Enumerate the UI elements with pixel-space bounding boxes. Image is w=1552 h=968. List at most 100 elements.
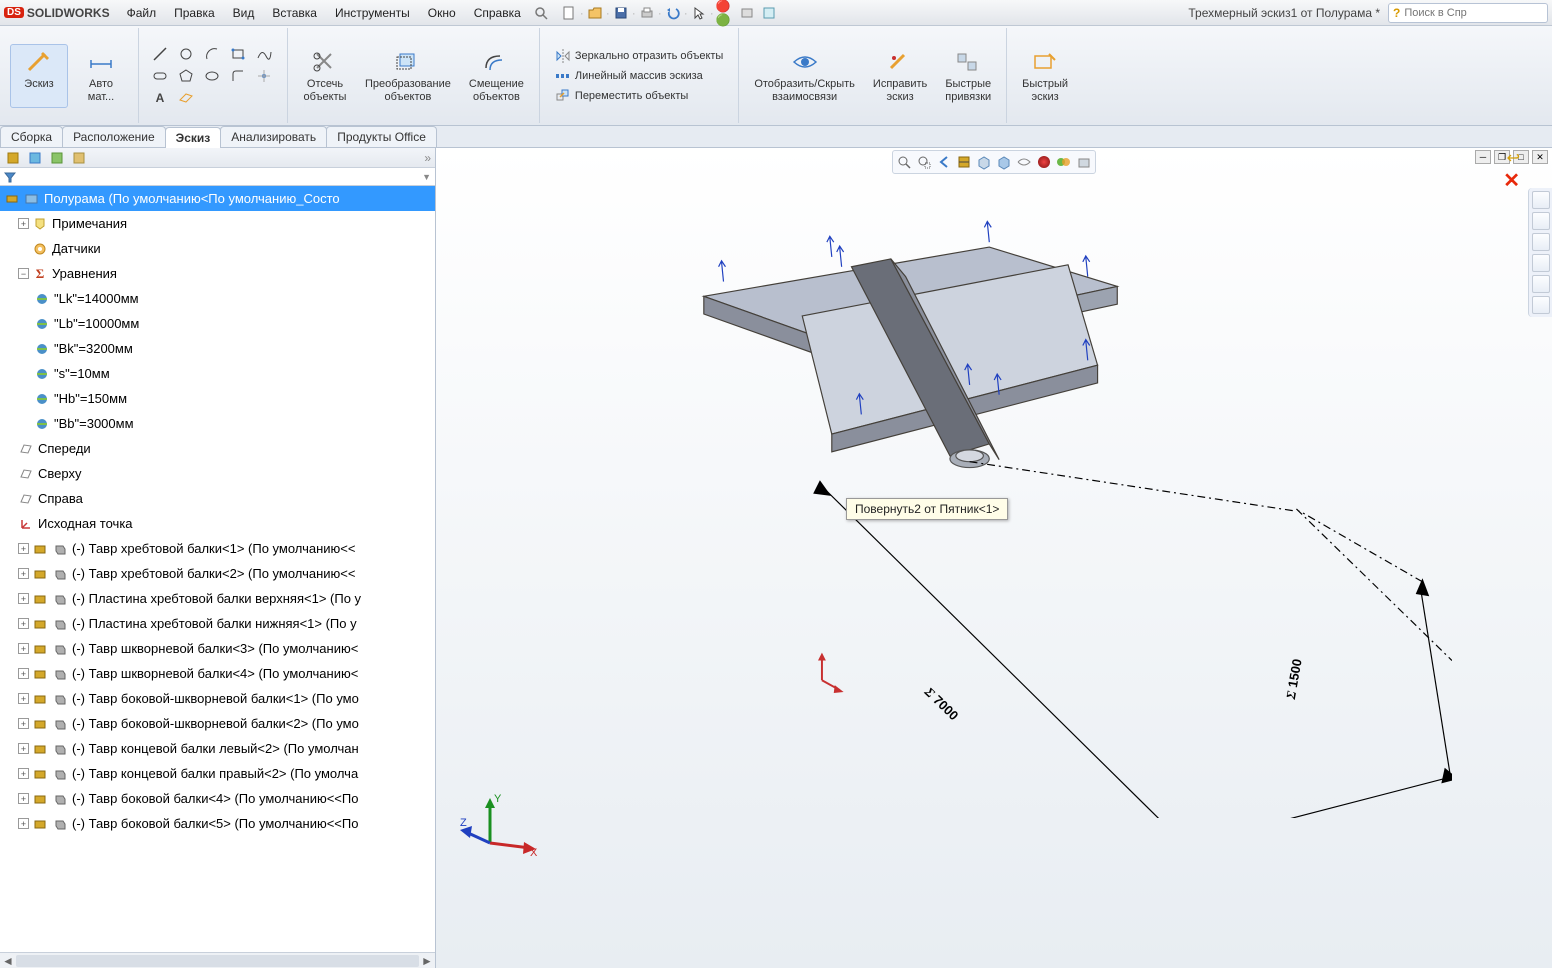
trim-button[interactable]: Отсечь объекты bbox=[296, 44, 354, 108]
plane-tool-icon[interactable] bbox=[177, 89, 195, 107]
prev-view-icon[interactable] bbox=[935, 153, 953, 171]
new-doc-icon[interactable] bbox=[559, 3, 579, 23]
autodim-button[interactable]: Авто мат... bbox=[72, 44, 130, 108]
save-icon[interactable] bbox=[611, 3, 631, 23]
rapid-sketch-button[interactable]: Быстрый эскиз bbox=[1015, 44, 1075, 108]
doc-minimize-icon[interactable]: ─ bbox=[1475, 150, 1491, 164]
taskpane-lib-icon[interactable] bbox=[1532, 212, 1550, 230]
tree-part-10[interactable]: +(-) Тавр концевой балки правый<2> (По у… bbox=[0, 761, 435, 786]
view-triad-icon[interactable]: Y X Z bbox=[460, 788, 540, 868]
rect-tool-icon[interactable] bbox=[229, 45, 247, 63]
ellipse-tool-icon[interactable] bbox=[203, 67, 221, 85]
settings-icon[interactable] bbox=[1075, 153, 1093, 171]
linear-pattern[interactable]: Линейный массив эскиза bbox=[550, 66, 708, 86]
taskpane-appearance-icon[interactable] bbox=[1532, 275, 1550, 293]
tree-scrollbar[interactable]: ◄► bbox=[0, 952, 435, 968]
taskpane-palette-icon[interactable] bbox=[1532, 254, 1550, 272]
tree-right-plane[interactable]: Справа bbox=[0, 486, 435, 511]
showhide-button[interactable]: Отобразить/Скрыть взаимосвязи bbox=[747, 44, 862, 108]
tree-part-11[interactable]: +(-) Тавр боковой балки<4> (По умолчанию… bbox=[0, 786, 435, 811]
tree-eq3[interactable]: "Bk"=3200мм bbox=[0, 336, 435, 361]
graphics-icon[interactable] bbox=[759, 3, 779, 23]
fm-tab2-icon[interactable] bbox=[26, 149, 44, 167]
print-icon[interactable] bbox=[637, 3, 657, 23]
cancel-sketch-icon[interactable]: ✕ bbox=[1503, 168, 1520, 193]
tree-part-5[interactable]: +(-) Тавр шкворневой балки<3> (По умолча… bbox=[0, 636, 435, 661]
fillet-tool-icon[interactable] bbox=[229, 67, 247, 85]
search-input[interactable] bbox=[1404, 7, 1543, 19]
tree-front-plane[interactable]: Спереди bbox=[0, 436, 435, 461]
tree-eq5[interactable]: "Hb"=150мм bbox=[0, 386, 435, 411]
arc-tool-icon[interactable] bbox=[203, 45, 221, 63]
tree-annotations[interactable]: +Примечания bbox=[0, 211, 435, 236]
menu-insert[interactable]: Вставка bbox=[263, 0, 326, 26]
feature-tree[interactable]: Полурама (По умолчанию<По умолчанию_Сост… bbox=[0, 186, 435, 952]
tab-office[interactable]: Продукты Office bbox=[326, 126, 437, 147]
tree-part-12[interactable]: +(-) Тавр боковой балки<5> (По умолчанию… bbox=[0, 811, 435, 836]
view-orient-icon[interactable] bbox=[975, 153, 993, 171]
fm-tab1-icon[interactable] bbox=[4, 149, 22, 167]
display-style-icon[interactable] bbox=[995, 153, 1013, 171]
tree-part-4[interactable]: +(-) Пластина хребтовой балки нижняя<1> … bbox=[0, 611, 435, 636]
hide-show-icon[interactable] bbox=[1015, 153, 1033, 171]
graphics-viewport[interactable]: ─ ❐ □ ✕ ↩ ✕ bbox=[436, 148, 1552, 968]
fm-filter-bar[interactable]: ▼ bbox=[0, 168, 435, 186]
text-tool-icon[interactable]: A bbox=[151, 89, 169, 107]
tree-eq6[interactable]: "Bb"=3000мм bbox=[0, 411, 435, 436]
menu-tools[interactable]: Инструменты bbox=[326, 0, 419, 26]
convert-button[interactable]: Преобразование объектов bbox=[358, 44, 458, 108]
doc-close-icon[interactable]: ✕ bbox=[1532, 150, 1548, 164]
quicksnap-button[interactable]: Быстрые привязки bbox=[938, 44, 998, 108]
tab-analyze[interactable]: Анализировать bbox=[220, 126, 327, 147]
tree-part-9[interactable]: +(-) Тавр концевой балки левый<2> (По ум… bbox=[0, 736, 435, 761]
menu-file[interactable]: Файл bbox=[118, 0, 166, 26]
section-view-icon[interactable] bbox=[955, 153, 973, 171]
circle-tool-icon[interactable] bbox=[177, 45, 195, 63]
tab-assembly[interactable]: Сборка bbox=[0, 126, 63, 147]
slot-tool-icon[interactable] bbox=[151, 67, 169, 85]
tab-sketch[interactable]: Эскиз bbox=[165, 127, 222, 148]
tree-origin[interactable]: Исходная точка bbox=[0, 511, 435, 536]
menu-window[interactable]: Окно bbox=[419, 0, 465, 26]
help-search[interactable]: ? bbox=[1388, 3, 1548, 23]
repair-button[interactable]: Исправить эскиз bbox=[866, 44, 934, 108]
tree-part-7[interactable]: +(-) Тавр боковой-шкворневой балки<1> (П… bbox=[0, 686, 435, 711]
menu-edit[interactable]: Правка bbox=[165, 0, 224, 26]
tree-part-3[interactable]: +(-) Пластина хребтовой балки верхняя<1>… bbox=[0, 586, 435, 611]
sketch-button[interactable]: Эскиз bbox=[10, 44, 68, 108]
tree-part-8[interactable]: +(-) Тавр боковой-шкворневой балки<2> (П… bbox=[0, 711, 435, 736]
search-icon[interactable] bbox=[531, 3, 551, 23]
point-tool-icon[interactable] bbox=[255, 67, 273, 85]
taskpane-custom-icon[interactable] bbox=[1532, 296, 1550, 314]
zoom-fit-icon[interactable] bbox=[895, 153, 913, 171]
tree-part-1[interactable]: +(-) Тавр хребтовой балки<1> (По умолчан… bbox=[0, 536, 435, 561]
fm-tab4-icon[interactable] bbox=[70, 149, 88, 167]
tree-eq1[interactable]: "Lk"=14000мм bbox=[0, 286, 435, 311]
tree-part-2[interactable]: +(-) Тавр хребтовой балки<2> (По умолчан… bbox=[0, 561, 435, 586]
tree-equations[interactable]: −ΣУравнения bbox=[0, 261, 435, 286]
line-tool-icon[interactable] bbox=[151, 45, 169, 63]
mirror-entities[interactable]: Зеркально отразить объекты bbox=[550, 46, 728, 66]
open-icon[interactable] bbox=[585, 3, 605, 23]
tree-eq4[interactable]: "s"=10мм bbox=[0, 361, 435, 386]
rebuild-icon[interactable]: 🔴🟢 bbox=[715, 3, 735, 23]
tree-top-plane[interactable]: Сверху bbox=[0, 461, 435, 486]
scene-icon[interactable] bbox=[1055, 153, 1073, 171]
tab-layout[interactable]: Расположение bbox=[62, 126, 166, 147]
appearance-icon[interactable] bbox=[1035, 153, 1053, 171]
spline-tool-icon[interactable] bbox=[255, 45, 273, 63]
tree-eq2[interactable]: "Lb"=10000мм bbox=[0, 311, 435, 336]
undo-icon[interactable] bbox=[663, 3, 683, 23]
fm-collapse-icon[interactable]: » bbox=[424, 151, 431, 165]
zoom-area-icon[interactable] bbox=[915, 153, 933, 171]
taskpane-explorer-icon[interactable] bbox=[1532, 233, 1550, 251]
menu-view[interactable]: Вид bbox=[224, 0, 264, 26]
menu-help[interactable]: Справка bbox=[465, 0, 530, 26]
fm-tab3-icon[interactable] bbox=[48, 149, 66, 167]
move-entities[interactable]: Переместить объекты bbox=[550, 86, 693, 106]
confirm-corner-icon[interactable]: ↩ bbox=[1507, 148, 1520, 168]
tree-part-6[interactable]: +(-) Тавр шкворневой балки<4> (По умолча… bbox=[0, 661, 435, 686]
options-icon[interactable] bbox=[737, 3, 757, 23]
tree-sensors[interactable]: Датчики bbox=[0, 236, 435, 261]
tree-root[interactable]: Полурама (По умолчанию<По умолчанию_Сост… bbox=[0, 186, 435, 211]
